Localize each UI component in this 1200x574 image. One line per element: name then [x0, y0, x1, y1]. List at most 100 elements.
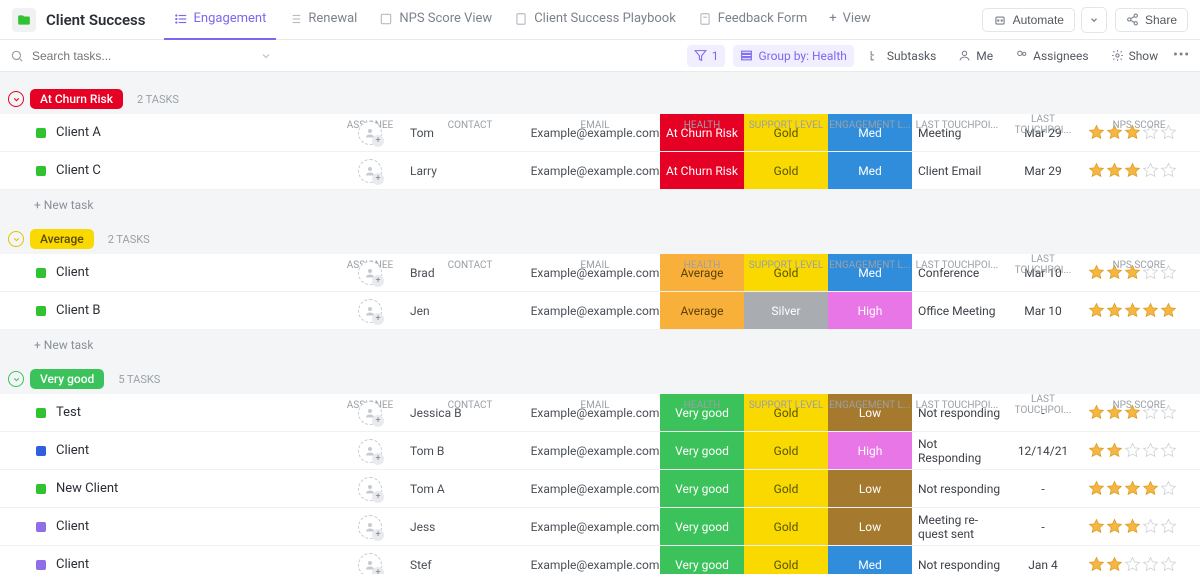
column-header[interactable]: LAST TOUCHPOI... [1002, 394, 1084, 416]
status-square[interactable] [36, 166, 46, 176]
column-header[interactable]: NPS SCORE [1084, 260, 1194, 271]
status-square[interactable] [36, 306, 46, 316]
new-task-button[interactable]: + New task [0, 330, 1200, 352]
task-row[interactable]: Client Stef Example@example.com Very goo… [0, 546, 1200, 574]
support-badge[interactable]: Gold [744, 508, 828, 545]
column-header[interactable]: LAST TOUCHPOI... [912, 260, 1002, 271]
last-touchpoint-date-cell[interactable]: - [1002, 482, 1084, 496]
column-header[interactable]: ENGAGEMENT L... [828, 400, 912, 411]
column-header[interactable]: CONTACT [410, 120, 530, 131]
engagement-badge[interactable]: Med [828, 152, 912, 189]
support-badge[interactable]: Gold [744, 152, 828, 189]
column-header[interactable]: ENGAGEMENT L... [828, 120, 912, 131]
health-badge[interactable]: Very good [660, 546, 744, 574]
contact-cell[interactable]: Tom B [410, 444, 530, 458]
last-touchpoint-date-cell[interactable]: 12/14/21 [1002, 444, 1084, 458]
search-input[interactable] [32, 49, 252, 63]
health-badge[interactable]: At Churn Risk [660, 152, 744, 189]
status-square[interactable] [36, 484, 46, 494]
email-cell[interactable]: Example@example.com [530, 444, 660, 458]
email-cell[interactable]: Example@example.com [530, 482, 660, 496]
tab-renewal[interactable]: Renewal [278, 0, 367, 40]
last-touchpoint-cell[interactable]: Not responding [912, 558, 1002, 572]
column-header[interactable]: ENGAGEMENT L... [828, 260, 912, 271]
last-touchpoint-cell[interactable]: Client Email [912, 164, 1002, 178]
task-name[interactable]: Client C [56, 163, 101, 178]
column-header[interactable]: EMAIL [530, 120, 660, 131]
add-view[interactable]: + View [819, 0, 881, 40]
engagement-badge[interactable]: High [828, 292, 912, 329]
nps-stars[interactable] [1084, 556, 1194, 573]
column-header[interactable]: SUPPORT LEVEL [744, 400, 828, 411]
last-touchpoint-date-cell[interactable]: - [1002, 520, 1084, 534]
task-name[interactable]: Client [56, 265, 89, 280]
group-pill[interactable]: Very good [30, 369, 104, 389]
email-cell[interactable]: Example@example.com [530, 558, 660, 572]
group-pill[interactable]: At Churn Risk [30, 89, 123, 109]
collapse-toggle[interactable] [8, 91, 24, 107]
support-badge[interactable]: Gold [744, 470, 828, 507]
column-header[interactable]: NPS SCORE [1084, 400, 1194, 411]
task-row[interactable]: Client Jess Example@example.com Very goo… [0, 508, 1200, 546]
column-header[interactable]: CONTACT [410, 260, 530, 271]
engagement-badge[interactable]: Med [828, 546, 912, 574]
contact-cell[interactable]: Tom A [410, 482, 530, 496]
task-name[interactable]: Client [56, 443, 89, 458]
assignees-chip[interactable]: Assignees [1008, 45, 1095, 67]
column-header[interactable]: NPS SCORE [1084, 120, 1194, 131]
subtasks-chip[interactable]: Subtasks [862, 45, 943, 67]
column-header[interactable]: EMAIL [530, 260, 660, 271]
share-button[interactable]: Share [1115, 8, 1188, 32]
email-cell[interactable]: Example@example.com [530, 164, 660, 178]
assignee-avatar[interactable] [358, 401, 382, 425]
last-touchpoint-cell[interactable]: Office Meeting [912, 304, 1002, 318]
task-name[interactable]: Client B [56, 303, 100, 318]
task-name[interactable]: New Client [56, 481, 118, 496]
nps-stars[interactable] [1084, 442, 1194, 459]
filter-count-chip[interactable]: 1 [687, 45, 726, 67]
column-header[interactable]: LAST TOUCHPOI... [1002, 254, 1084, 276]
group-pill[interactable]: Average [30, 229, 94, 249]
automate-dropdown[interactable] [1081, 7, 1107, 33]
contact-cell[interactable]: Larry [410, 164, 530, 178]
column-header[interactable]: HEALTH [660, 260, 744, 271]
support-badge[interactable]: Gold [744, 546, 828, 574]
contact-cell[interactable]: Stef [410, 558, 530, 572]
show-chip[interactable]: Show [1104, 45, 1166, 67]
health-badge[interactable]: Average [660, 292, 744, 329]
tab-engagement[interactable]: Engagement [164, 0, 277, 40]
automate-button[interactable]: Automate [982, 8, 1075, 32]
chevron-down-icon[interactable] [260, 50, 272, 62]
column-header[interactable]: HEALTH [660, 120, 744, 131]
task-name[interactable]: Test [56, 405, 81, 420]
status-square[interactable] [36, 128, 46, 138]
tab-playbook[interactable]: Client Success Playbook [504, 0, 686, 40]
last-touchpoint-cell[interactable]: Meeting re-quest sent [912, 513, 1002, 541]
support-badge[interactable]: Gold [744, 432, 828, 469]
me-chip[interactable]: Me [951, 45, 1000, 67]
nps-stars[interactable] [1084, 302, 1194, 319]
group-by-chip[interactable]: Group by: Health [733, 45, 853, 67]
status-square[interactable] [36, 522, 46, 532]
new-task-button[interactable]: + New task [0, 190, 1200, 212]
email-cell[interactable]: Example@example.com [530, 304, 660, 318]
last-touchpoint-date-cell[interactable]: Mar 10 [1002, 304, 1084, 318]
assignee-avatar[interactable] [358, 439, 382, 463]
collapse-toggle[interactable] [8, 231, 24, 247]
status-square[interactable] [36, 408, 46, 418]
column-header[interactable]: LAST TOUCHPOI... [912, 120, 1002, 131]
assignee-avatar[interactable] [358, 477, 382, 501]
nps-stars[interactable] [1084, 162, 1194, 179]
assignee-avatar[interactable] [358, 515, 382, 539]
assignee-avatar[interactable] [358, 299, 382, 323]
assignee-avatar[interactable] [358, 553, 382, 574]
contact-cell[interactable]: Jen [410, 304, 530, 318]
assignee-avatar[interactable] [358, 121, 382, 145]
last-touchpoint-cell[interactable]: Not Responding [912, 437, 1002, 465]
task-name[interactable]: Client [56, 519, 89, 534]
health-badge[interactable]: Very good [660, 470, 744, 507]
column-header[interactable]: EMAIL [530, 400, 660, 411]
status-square[interactable] [36, 560, 46, 570]
last-touchpoint-date-cell[interactable]: Mar 29 [1002, 164, 1084, 178]
status-square[interactable] [36, 268, 46, 278]
